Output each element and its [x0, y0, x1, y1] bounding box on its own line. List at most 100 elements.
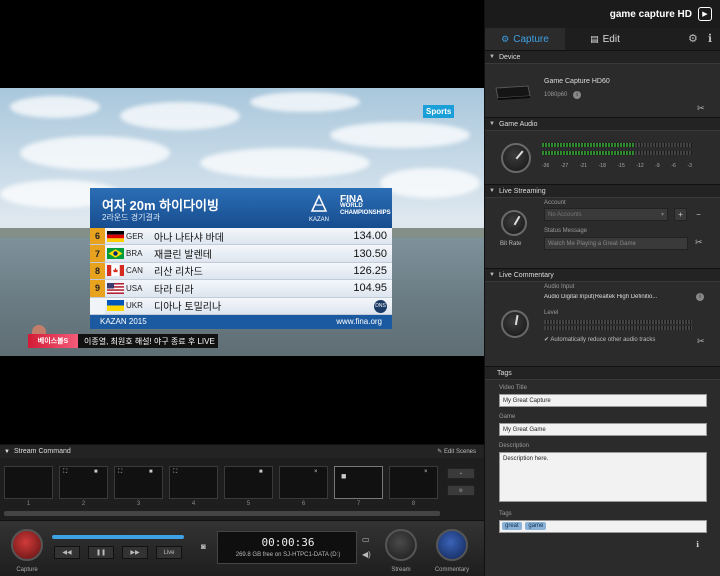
chevron-down-icon: ▾ — [660, 212, 664, 218]
status-message-input[interactable]: Watch Me Playing a Great Game — [544, 237, 688, 250]
commentary-volume-knob[interactable] — [501, 310, 529, 338]
scene-slot-5[interactable]: ■ — [224, 466, 273, 499]
scene-number: 2 — [81, 501, 86, 507]
tab-edit[interactable]: ▤ Edit — [565, 28, 645, 50]
tag-chip[interactable]: game — [525, 522, 547, 530]
scene-slot-6[interactable]: × — [279, 466, 328, 499]
scene-slot-1[interactable] — [4, 466, 53, 499]
game-audio-header-label: Game Audio — [498, 120, 538, 128]
description-label: Description — [499, 443, 530, 449]
add-account-button[interactable]: + — [674, 208, 687, 221]
scene-slot-3[interactable]: ⛶ ■ — [114, 466, 163, 499]
stream-command-header[interactable]: ▼ Stream Command ✎ Edit Scenes — [0, 444, 484, 458]
video-preview: Sports 여자 20m 하이다이빙 2라운드 경기결과 KAZAN FINA… — [0, 0, 484, 444]
device-settings-wrench-icon[interactable]: ✂ — [697, 103, 705, 114]
live-commentary-section-header[interactable]: ▼ Live Commentary — [485, 268, 720, 282]
device-section-header[interactable]: ▼ Device — [485, 50, 720, 64]
live-commentary-header-label: Live Commentary — [498, 271, 554, 279]
pause-button[interactable]: ❚❚ — [88, 546, 114, 559]
camera-icon: ■ — [94, 469, 98, 475]
scene-slot-7[interactable]: ■ — [334, 466, 383, 499]
video-title-input[interactable]: My Great Capture — [499, 394, 707, 407]
edit-scenes-label: Edit Scenes — [443, 449, 476, 455]
score-value: 130.50 — [353, 247, 387, 260]
auto-reduce-checkbox[interactable]: ✔ Automatically reduce other audio track… — [544, 336, 655, 343]
scoreboard-header: 여자 20m 하이다이빙 2라운드 경기결과 KAZAN FINA WORLD … — [90, 188, 392, 228]
expand-triangle-icon: ▼ — [489, 188, 495, 194]
meter-tick: -15 — [617, 163, 625, 169]
bitrate-knob[interactable] — [501, 210, 527, 236]
app-window: Sports 여자 20m 하이다이빙 2라운드 경기결과 KAZAN FINA… — [0, 0, 720, 576]
stream-button[interactable] — [385, 529, 417, 561]
commentary-level-meter — [544, 326, 692, 330]
tab-capture[interactable]: ⚙ Capture — [485, 28, 565, 50]
edit-scenes-button[interactable]: ✎ Edit Scenes — [437, 448, 476, 455]
rank: 8 — [90, 262, 105, 280]
account-select[interactable]: No Accounts ▾ — [544, 208, 668, 221]
scene-slot-4[interactable]: ⛶ — [169, 466, 218, 499]
tab-bar: ⚙ Capture ▤ Edit ⚙ ℹ — [485, 28, 720, 50]
canada-flag-icon — [107, 265, 124, 277]
score-row: 8 CAN 리산 리차드 126.25 — [90, 262, 392, 281]
ticker-text: 이종열, 최원호 해설! 야구 종료 후 LIVE — [84, 336, 215, 346]
capture-button[interactable] — [11, 529, 43, 561]
tag-chip[interactable]: great — [502, 522, 522, 530]
collapse-triangle-icon[interactable]: ▼ — [4, 449, 10, 455]
remove-account-button[interactable]: − — [692, 208, 705, 221]
country-code: USA — [126, 283, 143, 293]
news-ticker: 베이스볼S 이종열, 최원호 해설! 야구 종료 후 LIVE — [28, 334, 218, 348]
scene-slot-8[interactable]: × — [389, 466, 438, 499]
tags-info-icon[interactable]: ℹ — [696, 540, 705, 549]
monitor-icon[interactable]: ▭ — [362, 535, 370, 544]
info-icon[interactable]: ℹ — [708, 32, 712, 45]
game-audio-meter-left-empty — [635, 143, 692, 147]
capture-icon: ⚙ — [501, 33, 510, 44]
commentary-button[interactable] — [436, 529, 468, 561]
film-icon: ▤ — [590, 33, 599, 44]
account-value: No Accounts — [548, 211, 582, 218]
playback-progress[interactable] — [52, 535, 184, 539]
streaming-settings-wrench-icon[interactable]: ✂ — [695, 237, 703, 248]
dns-badge: DNS — [374, 299, 387, 313]
country-code: UKR — [126, 301, 143, 311]
tags-input[interactable]: great game — [499, 520, 707, 533]
game-audio-volume-knob[interactable] — [501, 143, 531, 173]
commentary-settings-wrench-icon[interactable]: ✂ — [697, 336, 705, 347]
scene-number: 3 — [136, 501, 141, 507]
scene-slot-2[interactable]: ⛶ ■ — [59, 466, 108, 499]
game-audio-section-header[interactable]: ▼ Game Audio — [485, 117, 720, 131]
camera-snapshot-icon[interactable]: ◙ — [201, 542, 206, 551]
audio-input-info-icon[interactable]: i — [696, 293, 704, 301]
stream-label: Stream — [391, 567, 411, 573]
score-row: 6 GER 아나 나타샤 바데 134.00 — [90, 228, 392, 246]
device-info-icon[interactable]: i — [573, 91, 581, 99]
scoreboard-overlay: 여자 20m 하이다이빙 2라운드 경기결과 KAZAN FINA WORLD … — [90, 188, 392, 329]
scene-settings-button[interactable]: ⚙ — [447, 485, 475, 496]
capture-device-icon — [495, 85, 531, 100]
rank: 7 — [90, 245, 105, 262]
live-streaming-section-header[interactable]: ▼ Live Streaming — [485, 184, 720, 198]
athlete-name: 재클린 발렌테 — [154, 250, 212, 262]
game-input[interactable]: My Great Game — [499, 423, 707, 436]
scene-number: 8 — [411, 501, 416, 507]
forward-button[interactable]: ▶▶ — [122, 546, 148, 559]
scene-add-button[interactable]: + — [447, 468, 475, 479]
settings-gear-icon[interactable]: ⚙ — [688, 32, 698, 45]
score-row: UKR 디아나 토밀리나 DNS — [90, 297, 392, 315]
scene-scrollbar[interactable] — [4, 511, 440, 516]
crop-icon: ⛶ — [118, 469, 123, 475]
live-button[interactable]: Live — [156, 546, 182, 559]
scoreboard-subtitle: 2라운드 경기결과 — [102, 213, 161, 222]
tags-section-header: Tags — [485, 366, 720, 380]
rewind-button[interactable]: ◀◀ — [54, 546, 80, 559]
timecode-display: 00:00:36 269.8 GB free on SJ-HTPC1-DATA … — [217, 531, 357, 564]
scene-strip: ⛶ ■ ⛶ ■ ⛶ ■ × ■ × 1 2 3 4 5 6 7 8 + ⚙ — [0, 458, 484, 520]
fina-text: FINA — [340, 194, 364, 205]
plus-icon: + — [678, 210, 683, 219]
speaker-icon[interactable]: ◀) — [362, 550, 371, 559]
settings-icon: ⚙ — [458, 487, 464, 494]
description-textarea[interactable]: Description here. — [499, 452, 707, 502]
commentary-label: Commentary — [434, 567, 470, 573]
expand-triangle-icon: ▼ — [489, 54, 495, 60]
audio-input-select[interactable]: Audio Digital Input(Realtek High Definit… — [544, 294, 688, 300]
